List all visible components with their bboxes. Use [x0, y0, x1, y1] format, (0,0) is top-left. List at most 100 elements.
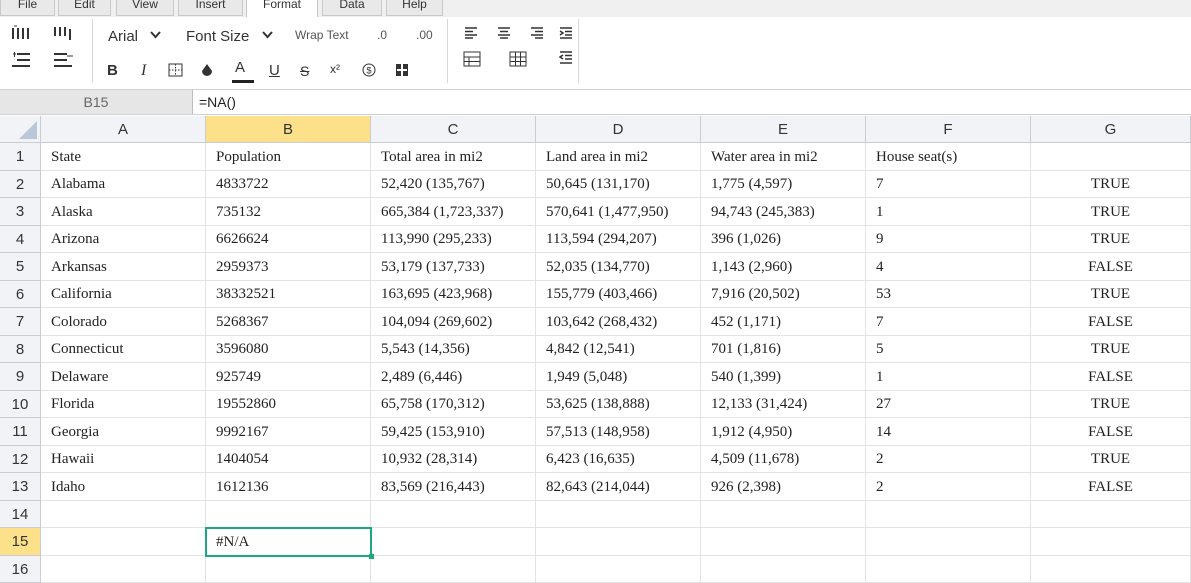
- cell-a8[interactable]: Connecticut: [41, 336, 206, 363]
- cell-b5[interactable]: 2959373: [206, 253, 371, 281]
- cell-c8[interactable]: 5,543 (14,356): [371, 336, 536, 363]
- cell-g7[interactable]: FALSE: [1031, 308, 1191, 336]
- tab-format[interactable]: Format: [246, 0, 318, 18]
- cell-g4[interactable]: TRUE: [1031, 226, 1191, 253]
- formula-input[interactable]: =NA(): [199, 90, 236, 114]
- column-header-d[interactable]: D: [536, 116, 701, 143]
- column-header-g[interactable]: G: [1031, 116, 1191, 143]
- select-all-corner[interactable]: [0, 116, 41, 143]
- cell-e12[interactable]: 4,509 (11,678): [701, 446, 866, 473]
- cell-a7[interactable]: Colorado: [41, 308, 206, 336]
- row-header-4[interactable]: 4: [0, 226, 41, 253]
- cell-c6[interactable]: 163,695 (423,968): [371, 281, 536, 308]
- column-header-b[interactable]: B: [206, 116, 371, 143]
- cell-f5[interactable]: 4: [866, 253, 1031, 281]
- cell-g1[interactable]: [1031, 143, 1191, 171]
- merge-cells-icon[interactable]: [395, 63, 409, 77]
- chevron-down-icon[interactable]: [261, 30, 274, 40]
- cell-g14[interactable]: [1031, 501, 1191, 528]
- cell-b1[interactable]: Population: [206, 143, 371, 171]
- cell-g3[interactable]: TRUE: [1031, 198, 1191, 226]
- row-header-1[interactable]: 1: [0, 143, 41, 171]
- cell-g8[interactable]: TRUE: [1031, 336, 1191, 363]
- cell-b7[interactable]: 5268367: [206, 308, 371, 336]
- tab-data[interactable]: Data: [322, 0, 382, 16]
- cell-a11[interactable]: Georgia: [41, 418, 206, 446]
- decrease-decimal-button[interactable]: .0: [377, 28, 387, 42]
- cell-f13[interactable]: 2: [866, 473, 1031, 501]
- align-right-icon[interactable]: [530, 27, 544, 39]
- row-header-6[interactable]: 6: [0, 281, 41, 308]
- cell-a3[interactable]: Alaska: [41, 198, 206, 226]
- row-header-13[interactable]: 13: [0, 473, 41, 501]
- cell-b6[interactable]: 38332521: [206, 281, 371, 308]
- column-header-e[interactable]: E: [701, 116, 866, 143]
- cell-b12[interactable]: 1404054: [206, 446, 371, 473]
- cell-c10[interactable]: 65,758 (170,312): [371, 391, 536, 418]
- cell-e16[interactable]: [701, 556, 866, 583]
- insert-row-below-icon[interactable]: [53, 51, 75, 69]
- cell-d2[interactable]: 50,645 (131,170): [536, 171, 701, 198]
- outdent-icon[interactable]: [559, 51, 573, 65]
- cell-b8[interactable]: 3596080: [206, 336, 371, 363]
- row-header-5[interactable]: 5: [0, 253, 41, 281]
- cell-b10[interactable]: 19552860: [206, 391, 371, 418]
- cell-b9[interactable]: 925749: [206, 363, 371, 391]
- tab-insert[interactable]: Insert: [178, 0, 243, 16]
- name-box[interactable]: B15: [0, 90, 193, 114]
- cell-f16[interactable]: [866, 556, 1031, 583]
- cell-a9[interactable]: Delaware: [41, 363, 206, 391]
- row-header-7[interactable]: 7: [0, 308, 41, 336]
- cell-c13[interactable]: 83,569 (216,443): [371, 473, 536, 501]
- cell-e11[interactable]: 1,912 (4,950): [701, 418, 866, 446]
- cell-f4[interactable]: 9: [866, 226, 1031, 253]
- cell-e7[interactable]: 452 (1,171): [701, 308, 866, 336]
- cell-a6[interactable]: California: [41, 281, 206, 308]
- cell-d9[interactable]: 1,949 (5,048): [536, 363, 701, 391]
- wrap-text-button[interactable]: Wrap Text: [295, 28, 349, 42]
- cell-e8[interactable]: 701 (1,816): [701, 336, 866, 363]
- column-header-a[interactable]: A: [41, 116, 206, 143]
- cell-c15[interactable]: [371, 528, 536, 556]
- font-color-icon[interactable]: A: [235, 60, 245, 76]
- cell-f10[interactable]: 27: [866, 391, 1031, 418]
- cell-f3[interactable]: 1: [866, 198, 1031, 226]
- borders-icon[interactable]: [168, 63, 183, 77]
- cell-b4[interactable]: 6626624: [206, 226, 371, 253]
- row-header-14[interactable]: 14: [0, 501, 41, 528]
- cell-a14[interactable]: [41, 501, 206, 528]
- cell-b14[interactable]: [206, 501, 371, 528]
- table-icon[interactable]: [463, 51, 481, 67]
- font-size-select[interactable]: Font Size: [186, 28, 249, 45]
- row-header-3[interactable]: 3: [0, 198, 41, 226]
- cell-e4[interactable]: 396 (1,026): [701, 226, 866, 253]
- fill-color-icon[interactable]: [200, 62, 215, 78]
- tab-edit[interactable]: Edit: [58, 0, 111, 16]
- cell-d4[interactable]: 113,594 (294,207): [536, 226, 701, 253]
- cell-a10[interactable]: Florida: [41, 391, 206, 418]
- row-header-8[interactable]: 8: [0, 336, 41, 363]
- cell-a1[interactable]: State: [41, 143, 206, 171]
- row-header-9[interactable]: 9: [0, 363, 41, 391]
- cell-g9[interactable]: FALSE: [1031, 363, 1191, 391]
- cell-a13[interactable]: Idaho: [41, 473, 206, 501]
- align-left-icon[interactable]: [464, 27, 478, 39]
- cell-f15[interactable]: [866, 528, 1031, 556]
- row-header-12[interactable]: 12: [0, 446, 41, 473]
- align-center-icon[interactable]: [497, 27, 511, 39]
- cell-f2[interactable]: 7: [866, 171, 1031, 198]
- cell-e6[interactable]: 7,916 (20,502): [701, 281, 866, 308]
- cell-g2[interactable]: TRUE: [1031, 171, 1191, 198]
- cell-f9[interactable]: 1: [866, 363, 1031, 391]
- cell-a12[interactable]: Hawaii: [41, 446, 206, 473]
- cell-f6[interactable]: 53: [866, 281, 1031, 308]
- cell-d16[interactable]: [536, 556, 701, 583]
- cell-c2[interactable]: 52,420 (135,767): [371, 171, 536, 198]
- cell-d11[interactable]: 57,513 (148,958): [536, 418, 701, 446]
- column-header-f[interactable]: F: [866, 116, 1031, 143]
- cell-a5[interactable]: Arkansas: [41, 253, 206, 281]
- currency-icon[interactable]: $: [362, 63, 376, 77]
- tab-view[interactable]: View: [116, 0, 174, 16]
- cell-e3[interactable]: 94,743 (245,383): [701, 198, 866, 226]
- cell-b11[interactable]: 9992167: [206, 418, 371, 446]
